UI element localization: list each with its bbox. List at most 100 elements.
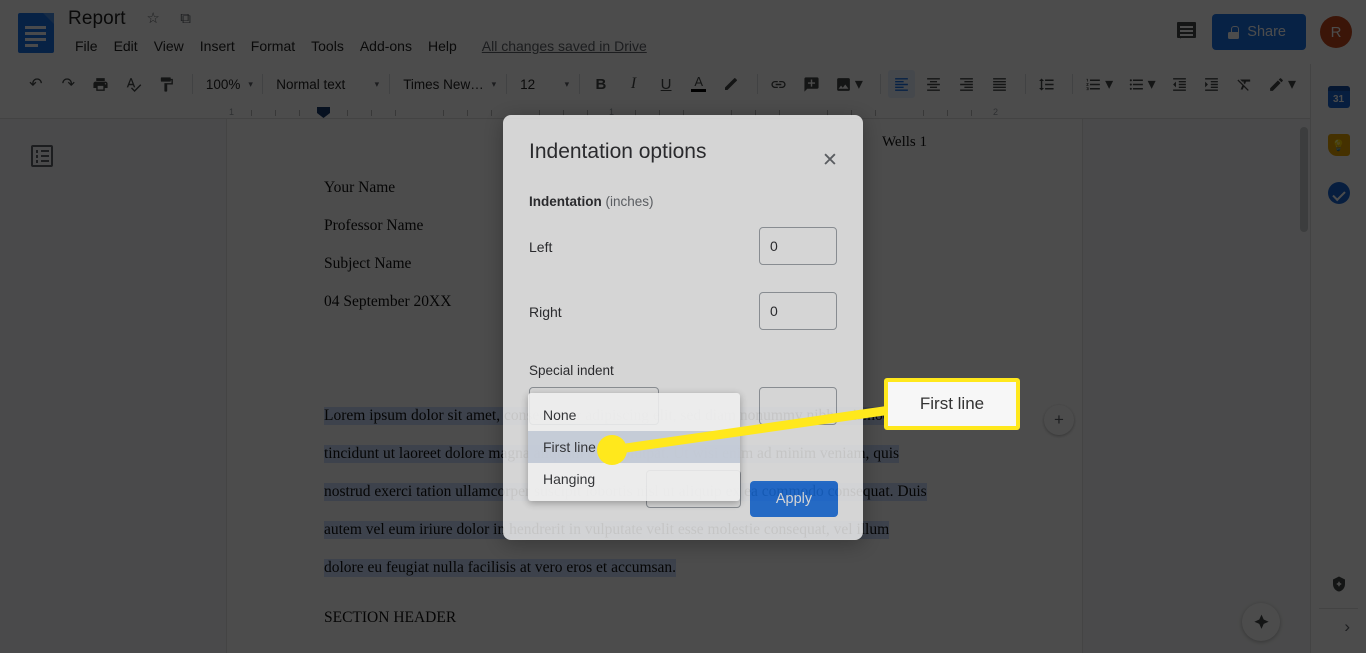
dropdown-option-first-line[interactable]: First line [528,431,740,463]
numbered-list-icon[interactable]: ▾ [1080,70,1117,98]
paragraph-style-dropdown[interactable]: Normal text ▾ [270,71,382,97]
header-actions: Share R [1176,14,1352,50]
chevron-down-icon: ▾ [1288,76,1297,93]
lock-icon [1228,25,1240,39]
italic-button[interactable]: I [620,70,648,98]
share-button[interactable]: Share [1212,14,1306,50]
collapse-side-panel-icon[interactable]: › [1344,617,1350,637]
star-icon[interactable]: ☆ [144,10,162,28]
side-panel: 31 › [1310,64,1366,653]
decrease-indent-icon[interactable] [1165,70,1193,98]
undo-icon[interactable]: ↶ [22,70,50,98]
add-addon-button[interactable] [1326,571,1352,597]
line-spacing-icon[interactable] [1033,70,1061,98]
font-size-dropdown[interactable]: 12 ▾ [514,71,572,97]
google-calendar-icon[interactable]: 31 [1327,86,1350,108]
align-center-icon[interactable] [920,70,948,98]
app-header: Report ☆ ⧉ File Edit View Insert Format … [0,0,1366,64]
explore-button[interactable] [1242,603,1280,641]
bold-button[interactable]: B [587,70,615,98]
first-line-indent-marker[interactable] [317,107,330,118]
scrollbar-thumb[interactable] [1300,127,1308,232]
annotation-callout: First line [884,378,1020,430]
google-keep-icon[interactable] [1327,134,1350,156]
pencil-edit-icon[interactable]: ▾ [1263,70,1301,98]
dropdown-option-none[interactable]: None [528,399,740,431]
add-comment-button[interactable]: + [1044,405,1074,435]
document-outline-icon[interactable] [31,145,53,167]
menu-item-format[interactable]: Format [244,35,302,57]
paragraph-style-value: Normal text [276,76,346,92]
close-icon[interactable]: ✕ [819,149,841,171]
align-justify-icon[interactable] [985,70,1013,98]
move-to-folder-icon[interactable]: ⧉ [177,10,195,28]
formatting-toolbar: ↶ ↷ 100% ▾ Normal text ▾ Times New… ▾ 12… [0,64,1366,104]
left-indent-label: Left [529,239,553,255]
document-header-text: Wells 1 [881,134,927,150]
bulleted-list-icon[interactable]: ▾ [1123,70,1160,98]
avatar[interactable]: R [1320,16,1352,48]
doc-line-professor-name: Professor Name [324,217,424,234]
chevron-down-icon: ▾ [564,78,570,89]
highlight-pen-icon[interactable] [717,70,745,98]
menu-item-tools[interactable]: Tools [304,35,351,57]
menu-item-file[interactable]: File [68,35,105,57]
ruler-tick-label: 1 [229,107,235,117]
side-panel-divider [1319,608,1358,609]
special-indent-dropdown-list: None First line Hanging [528,393,740,501]
font-size-value: 12 [520,76,536,92]
special-indent-label: Special indent [529,363,614,378]
save-status[interactable]: All changes saved in Drive [482,38,647,54]
text-color-button[interactable]: A [685,70,713,98]
indentation-label: Indentation [529,194,602,209]
font-family-dropdown[interactable]: Times New… ▾ [397,71,499,97]
font-family-value: Times New… [403,76,484,92]
docs-file-icon [18,13,54,53]
chevron-down-icon: ▾ [248,78,253,89]
ruler-tick-label: 2 [993,107,999,117]
zoom-dropdown[interactable]: 100% ▾ [200,71,255,97]
menu-bar: File Edit View Insert Format Tools Add-o… [68,35,647,57]
chevron-down-icon: ▾ [854,76,863,93]
annotation-cursor-dot [597,435,627,465]
print-icon[interactable] [87,70,115,98]
redo-icon[interactable]: ↷ [55,70,83,98]
right-indent-input[interactable] [759,292,837,330]
increase-indent-icon[interactable] [1198,70,1226,98]
doc-section-header: SECTION HEADER [324,609,457,626]
chevron-down-icon: ▾ [1105,76,1114,93]
doc-paragraph-line: dolore eu feugiat nulla facilisis at ver… [324,559,677,577]
vertical-scrollbar[interactable] [1298,119,1310,653]
insert-image-icon[interactable]: ▾ [830,70,867,98]
special-indent-amount-input[interactable] [759,387,837,425]
indentation-unit: (inches) [605,194,654,209]
menu-item-view[interactable]: View [147,35,191,57]
clear-formatting-icon[interactable] [1230,70,1258,98]
doc-line-subject-name: Subject Name [324,255,412,272]
spellcheck-icon[interactable] [120,70,148,98]
dialog-title: Indentation options [529,140,707,163]
google-tasks-icon[interactable] [1327,182,1350,204]
paint-format-icon[interactable] [152,70,180,98]
insert-link-icon[interactable] [765,70,793,98]
comment-history-icon[interactable] [1176,21,1198,43]
title-icon-group: ☆ ⧉ [144,10,204,28]
menu-item-addons[interactable]: Add-ons [353,35,419,57]
chevron-down-icon: ▾ [1147,76,1156,93]
doc-line-your-name: Your Name [324,179,396,196]
annotation-callout-label: First line [919,394,985,413]
add-comment-icon[interactable] [798,70,826,98]
right-indent-label: Right [529,304,562,320]
align-left-icon[interactable] [887,70,916,98]
menu-item-help[interactable]: Help [421,35,464,57]
menu-item-edit[interactable]: Edit [107,35,145,57]
menu-item-insert[interactable]: Insert [193,35,242,57]
doc-line-date: 04 September 20XX [324,293,452,310]
align-right-icon[interactable] [953,70,981,98]
underline-button[interactable]: U [652,70,680,98]
left-indent-input[interactable] [759,227,837,265]
apply-button[interactable]: Apply [750,481,838,517]
zoom-value: 100% [205,76,241,92]
page-title[interactable]: Report [68,8,126,30]
dropdown-option-hanging[interactable]: Hanging [528,463,740,495]
